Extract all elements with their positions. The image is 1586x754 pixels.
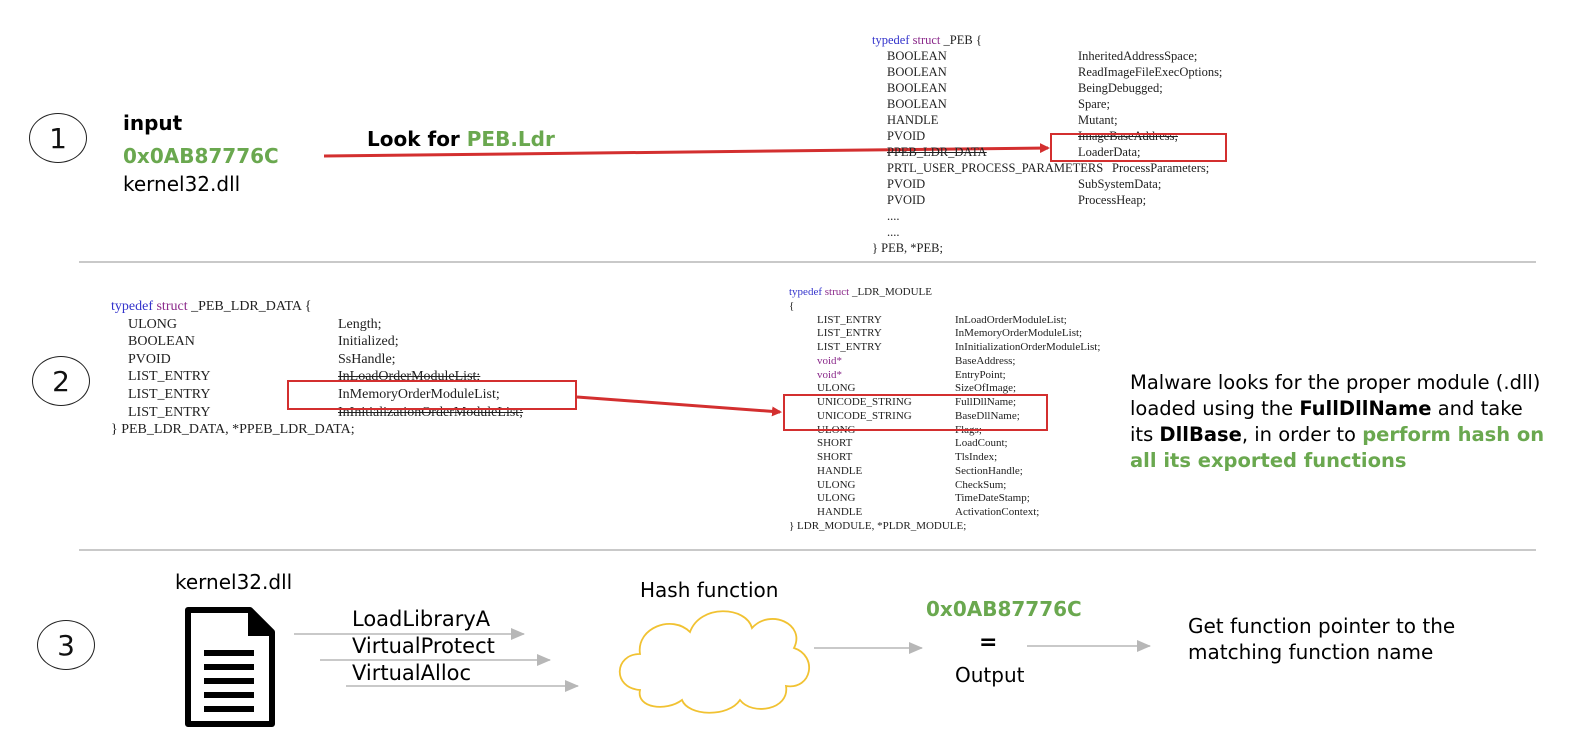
input-dll: kernel32.dll	[123, 172, 241, 196]
struct-name: _PEB_LDR_DATA {	[191, 299, 312, 314]
struct-name: _LDR_MODULE	[851, 286, 932, 298]
step-circle-1: 1	[29, 113, 87, 163]
look-prefix: Look for	[367, 127, 467, 151]
arrow-to-fulldllname	[576, 395, 782, 417]
field-type: PPEB_LDR_DATA	[887, 145, 987, 159]
dll-label: kernel32.dll	[175, 570, 293, 594]
desc-text-3: , in order to	[1241, 423, 1363, 446]
field-name: TimeDateStamp;	[955, 492, 1030, 505]
field-name: BaseAddress;	[955, 354, 1016, 367]
field-name: Spare;	[1078, 97, 1110, 111]
input-label: input	[123, 111, 183, 135]
field-type: LIST_ENTRY	[128, 404, 211, 420]
struct-footer: } PEB, *PEB;	[872, 241, 943, 255]
field-type: BOOLEAN	[128, 334, 195, 350]
field-name: ProcessHeap;	[1078, 193, 1147, 207]
field-name: CheckSum;	[955, 478, 1007, 491]
field-type: LIST_ENTRY	[128, 369, 211, 385]
kw-typedef: typedef	[872, 33, 910, 47]
field-type: ULONG	[817, 478, 856, 491]
malware-description: Malware looks for the proper module (.dl…	[1130, 370, 1550, 474]
field-type: BOOLEAN	[887, 81, 947, 95]
field-name: InInitializationOrderModuleList;	[955, 341, 1101, 353]
field-name: LoadCount;	[955, 437, 1008, 450]
input-hash: 0x0AB87776C	[123, 144, 279, 168]
field-type: BOOLEAN	[887, 97, 947, 111]
field-type: HANDLE	[817, 464, 863, 477]
field-name: SectionHandle;	[955, 464, 1023, 477]
field-name: InMemoryOrderModuleList;	[955, 327, 1083, 340]
field-type: HANDLE	[887, 113, 939, 127]
field-type: BOOLEAN	[887, 65, 947, 79]
desc-dllbase: DllBase	[1159, 423, 1242, 446]
highlight-fulldllname	[783, 394, 1048, 431]
field-name: SubSystemData;	[1078, 177, 1162, 191]
ellipsis: ....	[887, 225, 900, 239]
kw-struct: struct	[824, 286, 850, 298]
field-type: void*	[817, 354, 843, 367]
field-type: HANDLE	[817, 506, 863, 518]
struct-footer: } LDR_MODULE, *PLDR_MODULE;	[789, 519, 967, 532]
field-type: BOOLEAN	[887, 49, 947, 63]
ellipsis: ....	[887, 209, 900, 223]
field-type: ULONG	[128, 316, 177, 332]
field-name: EntryPoint;	[955, 368, 1006, 381]
highlight-inmemoryorder	[287, 380, 577, 410]
output-hash: 0x0AB87776C	[926, 597, 1082, 621]
kw-typedef: typedef	[111, 299, 153, 314]
api-name: VirtualProtect	[352, 634, 495, 658]
hash-cloud-icon	[618, 610, 810, 714]
field-type: PVOID	[887, 177, 926, 191]
field-type: PVOID	[887, 129, 926, 143]
field-name: Mutant;	[1078, 113, 1118, 127]
divider-row1	[79, 261, 1536, 263]
desc-fulldllname: FullDllName	[1299, 397, 1432, 420]
field-type: LIST_ENTRY	[128, 386, 211, 402]
hash-function-label: Hash function	[640, 578, 779, 602]
step-circle-3: 3	[37, 620, 95, 670]
equals-sign: =	[979, 630, 998, 655]
field-name: InLoadOrderModuleList;	[955, 313, 1067, 326]
document-icon	[185, 607, 275, 727]
highlight-loaderdata	[1050, 133, 1227, 162]
field-type: LIST_ENTRY	[817, 327, 882, 340]
field-type: PVOID	[887, 193, 926, 207]
field-type: void*	[817, 368, 843, 381]
field-name: InheritedAddressSpace;	[1078, 49, 1198, 63]
field-type: PVOID	[128, 351, 171, 367]
kw-typedef: typedef	[789, 286, 822, 298]
field-name: Length;	[338, 316, 382, 332]
step-circle-2: 2	[32, 356, 90, 406]
field-type: SHORT	[817, 451, 853, 463]
api-name: VirtualAlloc	[352, 661, 472, 685]
divider-row2	[79, 549, 1536, 551]
kw-struct: struct	[912, 33, 941, 47]
kw-struct: struct	[156, 299, 188, 314]
field-type: LIST_ENTRY	[817, 341, 882, 353]
struct-footer: } PEB_LDR_DATA, *PPEB_LDR_DATA;	[111, 422, 355, 438]
output-label: Output	[955, 663, 1025, 687]
field-name: TlsIndex;	[955, 451, 998, 463]
field-type: LIST_ENTRY	[817, 313, 882, 326]
struct-name: _PEB {	[943, 33, 982, 47]
field-name: ProcessParameters;	[1112, 161, 1210, 175]
field-name: Initialized;	[338, 334, 399, 350]
field-type: ULONG	[817, 492, 856, 505]
brace-open: {	[789, 299, 795, 312]
api-name: LoadLibraryA	[352, 607, 491, 631]
field-name: ActivationContext;	[955, 506, 1040, 518]
field-name: BeingDebugged;	[1078, 81, 1163, 95]
field-name: SsHandle;	[338, 351, 396, 367]
look-target: PEB.Ldr	[466, 127, 555, 151]
look-for-text: Look for PEB.Ldr	[367, 127, 555, 151]
field-type: PRTL_USER_PROCESS_PARAMETERS	[887, 161, 1104, 175]
field-type: SHORT	[817, 437, 853, 450]
field-name: ReadImageFileExecOptions;	[1078, 65, 1223, 79]
result-text: Get function pointer to the matching fun…	[1188, 614, 1456, 664]
